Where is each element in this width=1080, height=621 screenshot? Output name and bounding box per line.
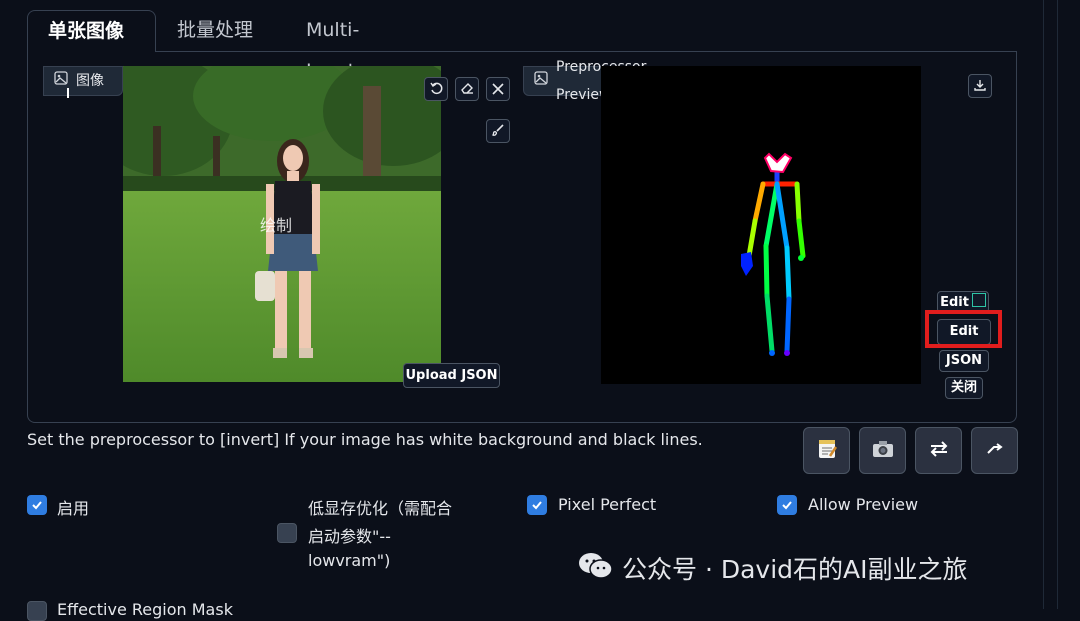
tab-bar: 单张图像 批量处理 Multi-Inputs [27,10,1017,82]
clear-button[interactable] [486,77,510,101]
swap-arrows-icon [928,438,950,464]
notepad-icon [815,437,839,465]
input-image-label: 图像 [43,66,123,96]
image-watermark-text: 绘制 [260,216,293,235]
camera-icon [871,437,895,465]
pixel-perfect-label: Pixel Perfect [558,495,657,514]
tab-single-image[interactable]: 单张图像 [27,10,156,51]
tab-multi-inputs[interactable]: Multi-Inputs [286,10,436,82]
checkmark-icon [781,496,793,515]
close-button[interactable]: 关闭 [945,377,983,399]
json-button[interactable]: JSON [939,350,989,372]
allow-preview-label: Allow Preview [808,495,919,514]
image-icon [54,67,68,95]
eraser-icon [460,80,474,99]
hint-text: Set the preprocessor to [invert] If your… [27,430,703,449]
swap-button[interactable] [915,427,962,474]
image-icon [534,67,548,95]
brush-icon [491,122,505,141]
eraser-button[interactable] [455,77,479,101]
input-image-label-text: 图像 [76,73,104,89]
pixel-perfect-checkbox[interactable] [527,495,547,515]
undo-icon [429,80,443,99]
notes-button[interactable] [803,427,850,474]
watermark-text: 公众号 · David石的AI副业之旅 [622,555,968,584]
download-button[interactable] [968,74,992,98]
preprocessor-preview [601,66,921,384]
effective-region-label: Effective Region Mask [57,600,233,619]
return-arrow-icon [984,438,1006,464]
pose-skeleton [741,152,806,356]
download-icon [973,77,987,96]
tab-batch[interactable]: 批量处理 [157,10,285,51]
lowvram-checkbox[interactable] [277,523,297,543]
text-cursor [67,88,69,98]
external-icon [971,293,986,307]
scrollbar-track[interactable] [1057,0,1058,609]
allow-preview-checkbox[interactable] [777,495,797,515]
send-button[interactable] [971,427,1018,474]
lowvram-label-line3: lowvram") [308,551,391,570]
highlight-box [925,310,1002,348]
effective-region-checkbox[interactable] [27,601,47,621]
undo-button[interactable] [424,77,448,101]
brush-button[interactable] [486,119,510,143]
enable-checkbox[interactable] [27,495,47,515]
lowvram-label-line1: 低显存优化（需配合 [308,499,453,518]
checkmark-icon [531,496,543,515]
checkmark-icon [31,496,43,515]
wechat-watermark: 公众号 · David石的AI副业之旅 [578,550,968,586]
upload-json-button[interactable]: Upload JSON [403,363,500,388]
lowvram-label-line2: 启动参数"-- [308,527,391,546]
enable-label: 启用 [57,499,90,518]
close-icon [492,80,504,99]
right-divider [1043,0,1044,609]
wechat-icon [578,551,614,585]
camera-button[interactable] [859,427,906,474]
